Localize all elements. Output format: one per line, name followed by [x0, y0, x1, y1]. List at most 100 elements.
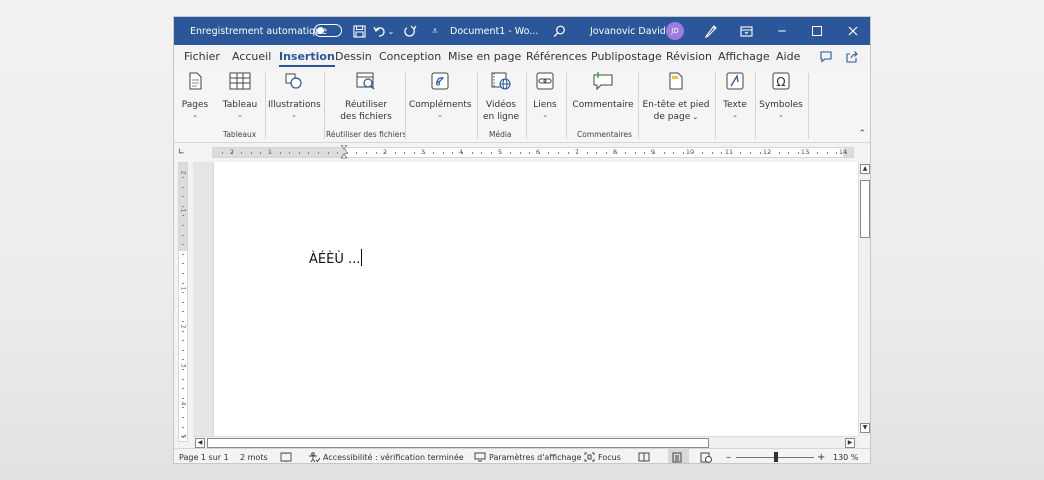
tab-revision[interactable]: Révision: [666, 49, 712, 67]
close-icon[interactable]: [844, 17, 862, 45]
complements-button[interactable]: Compléments ⌄: [409, 71, 472, 120]
vruler-tick: [182, 426, 184, 428]
ribbon-separator: [755, 73, 756, 139]
search-icon[interactable]: [550, 17, 568, 45]
vruler-tick: [182, 205, 184, 207]
vruler-tick: [182, 186, 184, 188]
word-count[interactable]: 2 mots: [240, 449, 268, 463]
ribbon-separator: [566, 73, 567, 139]
ruler-tick: [356, 152, 358, 154]
scroll-down-icon[interactable]: ▼: [860, 423, 870, 433]
pages-button[interactable]: Pages ⌄: [180, 71, 210, 120]
maximize-icon[interactable]: [808, 17, 826, 45]
focus-mode[interactable]: Focus: [584, 449, 621, 463]
print-layout-icon[interactable]: [668, 449, 689, 463]
zoom-in-button[interactable]: +: [817, 449, 825, 463]
vertical-scrollbar[interactable]: ▲ ▼: [858, 162, 870, 436]
accessibility-status[interactable]: Accessibilité : vérification terminée: [308, 449, 464, 463]
page-count[interactable]: Page 1 sur 1: [179, 449, 229, 463]
web-layout-icon[interactable]: [700, 449, 715, 463]
horizontal-scrollbar[interactable]: ◀ ▶: [193, 436, 858, 448]
collapse-ribbon-icon[interactable]: ⌃: [858, 129, 866, 139]
avatar[interactable]: JD: [666, 22, 684, 40]
autosave-toggle[interactable]: [314, 24, 342, 37]
ruler-tick: [730, 152, 732, 154]
zoom-level[interactable]: 130 %: [833, 449, 858, 463]
vertical-scroll-thumb[interactable]: [860, 180, 870, 238]
group-commentaires-label: Commentaires: [577, 130, 632, 139]
scroll-right-icon[interactable]: ▶: [845, 438, 855, 448]
share-icon[interactable]: [845, 50, 861, 64]
vruler-tick: [182, 359, 184, 361]
tab-selector-icon[interactable]: ∟: [178, 147, 187, 156]
reutiliser-fichiers-button[interactable]: Réutiliser des fichiers: [334, 71, 398, 123]
document-page[interactable]: ÀÉÈÙ ...: [214, 162, 858, 436]
vruler-tick: [182, 234, 184, 236]
tab-conception[interactable]: Conception: [379, 49, 441, 67]
commentaire-label: Commentaire: [572, 100, 634, 110]
minimize-icon[interactable]: ─: [773, 17, 791, 45]
liens-button[interactable]: Liens ⌄: [530, 71, 560, 120]
vruler-tick: [182, 282, 184, 284]
word-window: Enregistrement automatique ⌄ ⩡ Document1…: [173, 16, 871, 464]
vruler-tick: [182, 349, 184, 351]
ruler-row: ∟ 2 1 1 2 3 4 5 6 7 8 9 10 11 12 13 14: [174, 144, 870, 160]
tab-fichier[interactable]: Fichier: [184, 49, 220, 67]
header-footer-icon: [641, 71, 711, 95]
tab-accueil[interactable]: Accueil: [232, 49, 271, 67]
ruler-tick: [846, 152, 847, 154]
tab-aide[interactable]: Aide: [776, 49, 800, 67]
ruler-tick: [692, 152, 694, 154]
videos-en-ligne-button[interactable]: Vidéos en ligne: [481, 71, 521, 123]
scroll-up-icon[interactable]: ▲: [860, 164, 870, 174]
horizontal-ruler[interactable]: 2 1 1 2 3 4 5 6 7 8 9 10 11 12 13 14: [212, 145, 854, 159]
display-settings[interactable]: Paramètres d'affichage: [474, 449, 581, 463]
tab-references[interactable]: Références: [526, 49, 587, 67]
ribbon-display-icon[interactable]: [737, 17, 755, 45]
tab-insertion[interactable]: Insertion: [279, 49, 335, 67]
tab-mise-en-page[interactable]: Mise en page: [448, 49, 521, 67]
ruler-tick: [452, 152, 454, 154]
videos-label-2: en ligne: [482, 112, 520, 122]
read-mode-icon[interactable]: [638, 449, 653, 463]
document-title: Document1 - Wo...: [450, 25, 539, 37]
vruler-number: 2: [179, 170, 187, 175]
pen-icon[interactable]: [702, 17, 720, 45]
ruler-tick: [615, 152, 617, 154]
liens-dropdown-icon: ⌄: [542, 111, 548, 119]
vruler-tick: [182, 407, 184, 409]
symboles-button[interactable]: Ω Symboles ⌄: [759, 71, 803, 120]
proofing-icon[interactable]: [280, 449, 295, 463]
vruler-tick: [182, 244, 184, 246]
document-body-text[interactable]: ÀÉÈÙ ...: [309, 249, 363, 267]
tab-affichage[interactable]: Affichage: [718, 49, 770, 67]
undo-dropdown-icon[interactable]: ⌄: [386, 17, 396, 45]
entete-pied-button[interactable]: En-tête et pied de page ⌄: [641, 71, 711, 123]
tab-dessin[interactable]: Dessin: [335, 49, 372, 67]
ruler-tick: [769, 152, 771, 154]
status-bar: Page 1 sur 1 2 mots Accessibilité : véri…: [174, 448, 870, 463]
ruler-tick: [337, 152, 339, 154]
tab-publipostage[interactable]: Publipostage: [591, 49, 662, 67]
accessibility-label: Accessibilité : vérification terminée: [323, 452, 464, 462]
horizontal-scroll-thumb[interactable]: [207, 438, 709, 448]
comments-icon[interactable]: [819, 50, 835, 64]
save-icon[interactable]: [350, 17, 368, 45]
symboles-dropdown-icon: ⌄: [778, 111, 784, 119]
zoom-slider-handle[interactable]: [774, 452, 778, 462]
texte-button[interactable]: Texte ⌄: [720, 71, 750, 120]
tableau-button[interactable]: Tableau ⌄: [219, 71, 261, 120]
vertical-ruler[interactable]: 2 1 1 2 3 4 5: [178, 162, 188, 442]
complements-dropdown-icon: ⌄: [437, 111, 443, 119]
user-name[interactable]: Jovanovic David: [590, 17, 666, 45]
scroll-left-icon[interactable]: ◀: [195, 438, 205, 448]
ribbon-separator: [526, 73, 527, 139]
vruler-tick: [182, 397, 184, 399]
ruler-tick: [423, 152, 425, 154]
customize-toolbar-icon[interactable]: ⩡: [426, 17, 444, 45]
illustrations-button[interactable]: Illustrations ⌄: [268, 71, 321, 120]
focus-icon: [584, 452, 595, 462]
redo-icon[interactable]: [401, 17, 419, 45]
commentaire-button[interactable]: Commentaire: [571, 71, 635, 111]
zoom-out-button[interactable]: –: [726, 449, 731, 463]
